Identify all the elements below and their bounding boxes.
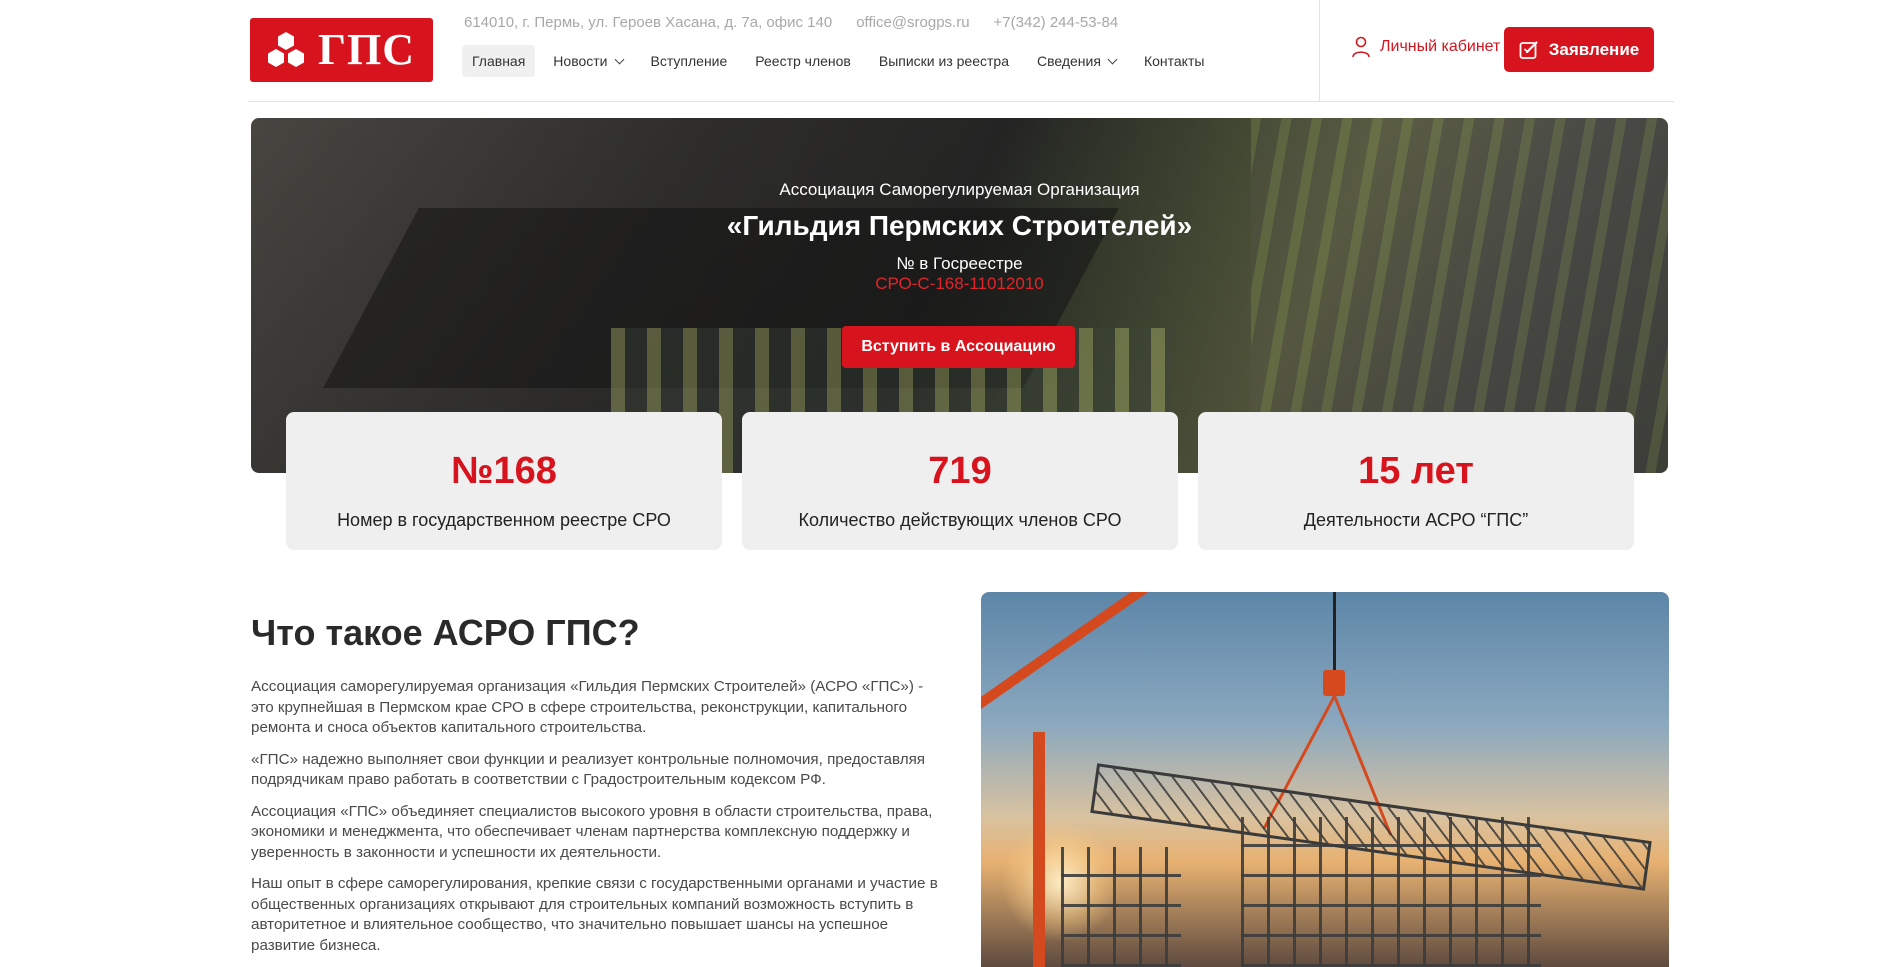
join-association-button[interactable]: Вступить в Ассоциацию <box>842 326 1075 368</box>
scaffolding <box>1241 817 1541 967</box>
about-title: Что такое АСРО ГПС? <box>251 612 640 653</box>
stat-card: 719 Количество действующих членов СРО <box>742 412 1178 550</box>
construction-photo <box>981 592 1669 967</box>
personal-cabinet-link[interactable]: Личный кабинет <box>1351 36 1500 58</box>
nav-item-label: Вступление <box>650 53 728 69</box>
about-paragraph: «ГПС» надежно выполняет свои функции и р… <box>251 750 926 789</box>
nav-item-label: Реестр членов <box>755 53 851 69</box>
hero-subtitle: Ассоциация Саморегулируемая Организация <box>779 180 1140 199</box>
stat-value: №168 <box>451 450 557 492</box>
stat-value: 719 <box>928 450 992 492</box>
site-header: ГПС 614010, г. Пермь, ул. Героев Хасана,… <box>248 0 1674 102</box>
logo[interactable]: ГПС <box>250 18 433 82</box>
nav-item-news[interactable]: Новости <box>543 45 632 77</box>
stat-label: Количество действующих членов СРО <box>798 510 1122 530</box>
crane-hook <box>1323 670 1345 696</box>
about-text: Ассоциация саморегулируемая организация … <box>251 677 949 967</box>
nav-item-label: Сведения <box>1036 53 1101 69</box>
chevron-down-icon <box>1107 54 1118 64</box>
about-paragraph: Ассоциация «ГПС» объединяет специалистов… <box>251 802 933 861</box>
stat-label: Деятельности АСРО “ГПС” <box>1303 510 1529 530</box>
header-divider <box>1319 0 1320 102</box>
email-link[interactable]: office@srogps.ru <box>856 14 969 31</box>
nav-item-label: Главная <box>472 53 526 69</box>
address-text: 614010, г. Пермь, ул. Героев Хасана, д. … <box>464 14 833 31</box>
main-nav: Главная Новости Вступление Реестр членов… <box>462 45 1214 77</box>
application-button[interactable]: Заявление <box>1504 27 1654 72</box>
stat-card: 15 лет Деятельности АСРО “ГПС” <box>1198 412 1634 550</box>
stats-row: №168 Номер в государственном реестре СРО… <box>286 412 1634 550</box>
registry-label: № в Госреестре <box>896 254 1023 273</box>
nav-item-member-registry[interactable]: Реестр членов <box>745 45 861 77</box>
nav-item-home[interactable]: Главная <box>462 45 536 77</box>
application-label: Заявление <box>1548 39 1640 59</box>
nav-item-joining[interactable]: Вступление <box>641 45 738 77</box>
crane-tower <box>1033 732 1045 967</box>
contact-info: 614010, г. Пермь, ул. Героев Хасана, д. … <box>464 14 1118 31</box>
nav-item-registry-extracts[interactable]: Выписки из реестра <box>869 45 1019 77</box>
cabinet-label: Личный кабинет <box>1380 38 1501 55</box>
nav-item-label: Новости <box>553 53 608 69</box>
registry-code: СРО-С-168-11012010 <box>875 274 1044 293</box>
hexagon-cluster-icon <box>268 32 304 67</box>
stat-value: 15 лет <box>1358 450 1474 492</box>
chevron-down-icon <box>614 54 624 64</box>
about-paragraph: Наш опыт в сфере саморегулирования, креп… <box>251 875 938 954</box>
phone-link[interactable]: +7(342) 244-53-84 <box>994 14 1119 31</box>
nav-item-label: Контакты <box>1143 53 1205 69</box>
hero-title: «Гильдия Пермских Строителей» <box>726 210 1193 241</box>
nav-item-info[interactable]: Сведения <box>1027 45 1126 77</box>
user-icon <box>1352 36 1370 58</box>
nav-item-contacts[interactable]: Контакты <box>1134 45 1214 77</box>
nav-item-label: Выписки из реестра <box>878 53 1009 69</box>
stat-card: №168 Номер в государственном реестре СРО <box>286 412 722 550</box>
stat-label: Номер в государственном реестре СРО <box>337 510 671 530</box>
logo-text: ГПС <box>318 25 415 74</box>
crane-boom <box>981 592 1259 722</box>
crane-hook-line <box>1333 592 1336 672</box>
about-paragraph: Ассоциация саморегулируемая организация … <box>251 678 924 736</box>
edit-icon <box>1519 40 1538 59</box>
scaffolding <box>1061 847 1181 967</box>
